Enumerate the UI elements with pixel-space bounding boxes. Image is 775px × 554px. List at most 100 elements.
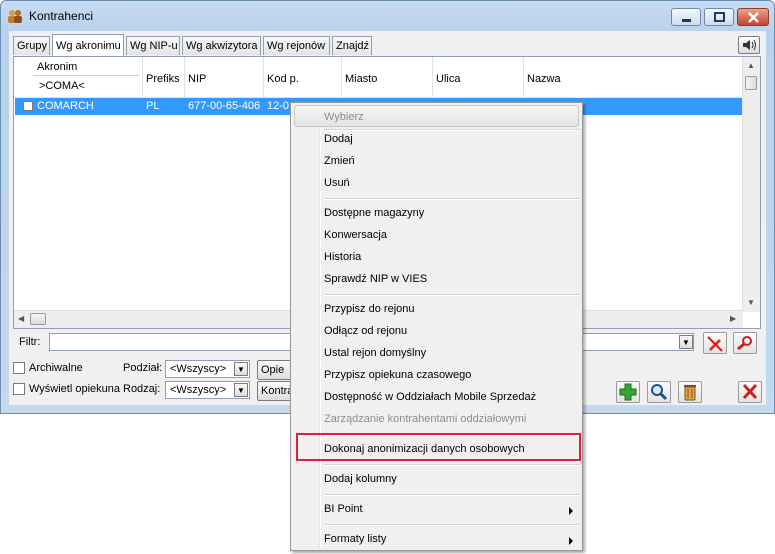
submenu-arrow-icon bbox=[569, 507, 573, 515]
menu-item-przypisz-opiekuna[interactable]: Przypisz opiekuna czasowego bbox=[324, 369, 471, 381]
podzial-value: <Wszyscy> bbox=[170, 363, 227, 375]
minimize-icon bbox=[682, 19, 691, 22]
tab-label: Wg rejonów bbox=[267, 40, 326, 52]
vertical-scrollbar[interactable]: ▲ ▼ bbox=[742, 57, 760, 312]
trash-icon bbox=[684, 385, 696, 401]
contractors-app-icon bbox=[8, 10, 22, 23]
tab-wg-rejonow[interactable]: Wg rejonów bbox=[263, 36, 330, 55]
column-header-nip[interactable]: NIP bbox=[188, 73, 206, 85]
column-divider[interactable] bbox=[432, 57, 433, 97]
maximize-icon bbox=[714, 12, 725, 22]
clear-filter-button[interactable] bbox=[703, 332, 727, 354]
close-icon bbox=[742, 383, 758, 400]
menu-item-dodaj-kolumny[interactable]: Dodaj kolumny bbox=[324, 473, 397, 485]
speaker-icon bbox=[743, 39, 756, 51]
header-divider bbox=[33, 75, 139, 76]
menu-item-konwersacja[interactable]: Konwersacja bbox=[324, 229, 387, 241]
rodzaj-value: <Wszyscy> bbox=[170, 384, 227, 396]
column-divider[interactable] bbox=[142, 57, 143, 97]
add-button[interactable] bbox=[616, 381, 640, 403]
menu-item-formaty-listy[interactable]: Formaty listy bbox=[324, 533, 386, 545]
menu-item-odlacz-od-rejonu[interactable]: Odłącz od rejonu bbox=[324, 325, 407, 337]
menu-separator bbox=[324, 129, 580, 131]
column-header-miasto[interactable]: Miasto bbox=[345, 73, 377, 85]
context-menu: Wybierz Dodaj Zmień Usuń Dostępne magazy… bbox=[290, 102, 583, 551]
sound-button[interactable] bbox=[738, 36, 760, 54]
row-checkbox[interactable] bbox=[23, 101, 33, 111]
filter-dropdown-button[interactable]: ▼ bbox=[679, 335, 693, 349]
delete-button[interactable] bbox=[678, 381, 702, 403]
menu-item-dodaj[interactable]: Dodaj bbox=[324, 133, 353, 145]
menu-item-historia[interactable]: Historia bbox=[324, 251, 361, 263]
close-window-button[interactable] bbox=[737, 8, 769, 26]
scroll-down-icon[interactable]: ▼ bbox=[747, 298, 755, 307]
tab-grupy[interactable]: Grupy bbox=[13, 36, 50, 55]
scroll-right-icon[interactable]: ▶ bbox=[730, 314, 736, 323]
tab-znajdz[interactable]: Znajdź bbox=[332, 36, 372, 55]
kontrahent-button[interactable]: Kontra bbox=[257, 381, 293, 401]
kontrahent-button-label: Kontra bbox=[261, 385, 293, 397]
column-header-ulica[interactable]: Ulica bbox=[436, 73, 460, 85]
menu-separator bbox=[324, 524, 580, 526]
plus-icon bbox=[619, 383, 637, 401]
menu-separator bbox=[324, 494, 580, 496]
column-divider[interactable] bbox=[263, 57, 264, 97]
window-title: Kontrahenci bbox=[29, 9, 94, 23]
archiwalne-checkbox[interactable] bbox=[13, 362, 25, 374]
minimize-button[interactable] bbox=[671, 8, 701, 26]
tab-label: Wg NIP-u bbox=[130, 40, 178, 52]
rodzaj-dropdown-button[interactable]: ▼ bbox=[234, 383, 248, 397]
akronim-filter-value[interactable]: >COMA< bbox=[39, 80, 85, 92]
opiekuna-checkbox[interactable] bbox=[13, 383, 25, 395]
menu-separator bbox=[324, 198, 580, 200]
search-icon bbox=[651, 384, 668, 401]
column-divider[interactable] bbox=[184, 57, 185, 97]
opiekuna-label: Wyświetl opiekuna bbox=[29, 383, 120, 395]
maximize-button[interactable] bbox=[704, 8, 734, 26]
chevron-down-icon: ▼ bbox=[237, 386, 245, 395]
cell-akronim: COMARCH bbox=[37, 100, 94, 112]
column-header-kod[interactable]: Kod p. bbox=[267, 73, 299, 85]
chevron-down-icon: ▼ bbox=[237, 365, 245, 374]
tab-label: Znajdź bbox=[336, 40, 370, 52]
cell-nip: 677-00-65-406 bbox=[188, 100, 261, 112]
menu-item-bi-point[interactable]: BI Point bbox=[324, 503, 363, 515]
menu-item-dostepnosc-mobile[interactable]: Dostępność w Oddziałach Mobile Sprzedaż bbox=[324, 391, 536, 403]
menu-separator bbox=[324, 294, 580, 296]
opiekun-button[interactable]: Opie bbox=[257, 360, 293, 380]
menu-gutter bbox=[319, 105, 321, 548]
column-divider[interactable] bbox=[523, 57, 524, 97]
cancel-button[interactable] bbox=[738, 381, 762, 403]
menu-item-wybierz[interactable]: Wybierz bbox=[324, 111, 364, 123]
list-header: Akronim >COMA< Prefiks NIP Kod p. Miasto… bbox=[14, 57, 743, 98]
search-button[interactable] bbox=[647, 381, 671, 403]
tab-wg-akwizytora[interactable]: Wg akwizytora bbox=[182, 36, 261, 55]
menu-separator bbox=[324, 464, 580, 466]
cell-kod: 12-0 bbox=[267, 100, 290, 112]
scroll-up-icon[interactable]: ▲ bbox=[747, 61, 755, 70]
menu-item-usun[interactable]: Usuń bbox=[324, 177, 350, 189]
menu-item-sprawdz-nip[interactable]: Sprawdź NIP w VIES bbox=[324, 273, 427, 285]
column-header-nazwa[interactable]: Nazwa bbox=[527, 73, 561, 85]
podzial-dropdown-button[interactable]: ▼ bbox=[234, 362, 248, 376]
scroll-thumb[interactable] bbox=[30, 313, 46, 325]
tab-wg-nip[interactable]: Wg NIP-u bbox=[126, 36, 180, 55]
filter-label: Filtr: bbox=[19, 336, 41, 348]
tab-label: Grupy bbox=[17, 40, 47, 52]
tab-wg-akronimu[interactable]: Wg akronimu bbox=[52, 34, 124, 56]
column-divider[interactable] bbox=[341, 57, 342, 97]
filter-builder-button[interactable] bbox=[733, 332, 757, 354]
tab-label: Wg akronimu bbox=[56, 40, 121, 52]
rodzaj-label: Rodzaj: bbox=[123, 383, 161, 395]
menu-item-przypisz-do-rejonu[interactable]: Przypisz do rejonu bbox=[324, 303, 415, 315]
menu-item-dostepne-magazyny[interactable]: Dostępne magazyny bbox=[324, 207, 424, 219]
column-header-prefiks[interactable]: Prefiks bbox=[146, 73, 180, 85]
filter-search-icon bbox=[737, 336, 752, 351]
scroll-left-icon[interactable]: ◀ bbox=[18, 314, 24, 323]
column-header-akronim[interactable]: Akronim bbox=[37, 61, 77, 73]
menu-item-zmien[interactable]: Zmień bbox=[324, 155, 355, 167]
menu-item-ustal-rejon[interactable]: Ustal rejon domyślny bbox=[324, 347, 426, 359]
title-bar[interactable]: Kontrahenci bbox=[1, 1, 774, 31]
menu-item-zarzadzanie-oddzialowymi[interactable]: Zarządzanie kontrahentami oddziałowymi bbox=[324, 413, 526, 425]
scroll-thumb[interactable] bbox=[745, 76, 757, 90]
